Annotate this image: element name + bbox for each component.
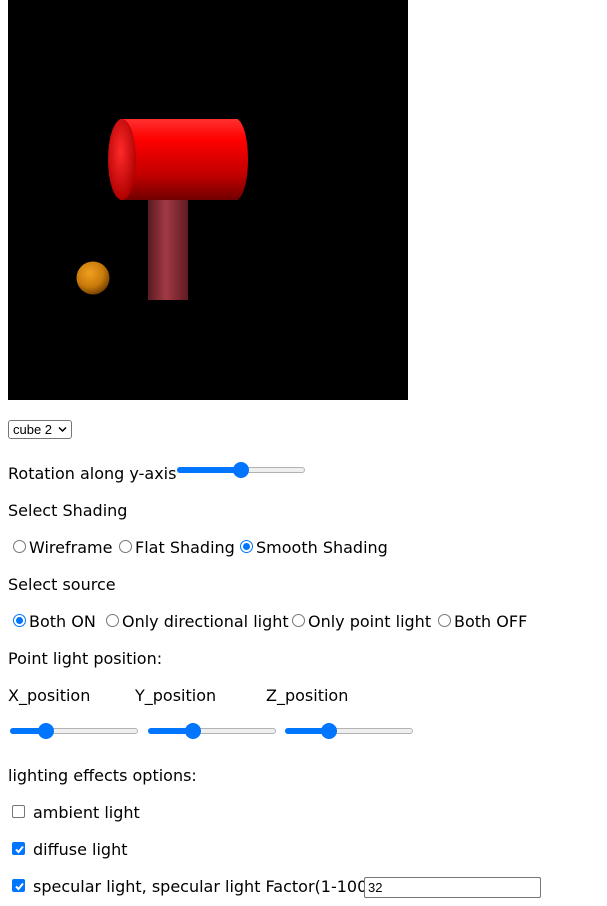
- y-position-slider[interactable]: [148, 723, 276, 739]
- radio-both-off[interactable]: [438, 614, 451, 627]
- x-position-slider[interactable]: [10, 723, 138, 739]
- shading-title: Select Shading: [8, 501, 128, 520]
- z-position-label: Z_position: [266, 686, 349, 705]
- scene-svg: [76, 119, 248, 300]
- label-flat-shading: Flat Shading: [135, 538, 235, 557]
- ambient-checkbox[interactable]: [12, 805, 25, 818]
- label-both-on: Both ON: [29, 612, 96, 631]
- render-canvas[interactable]: [8, 0, 408, 400]
- radio-both-on[interactable]: [13, 614, 26, 627]
- label-only-point: Only point light: [308, 612, 432, 631]
- slider-fill: [177, 467, 241, 473]
- radio-smooth-shading[interactable]: [240, 540, 253, 553]
- specular-label: specular light, specular light Factor(1-…: [33, 877, 379, 896]
- object-select[interactable]: cube 2: [8, 420, 72, 439]
- specular-factor-input[interactable]: 32: [364, 877, 541, 898]
- diffuse-label: diffuse light: [33, 840, 128, 859]
- ambient-label: ambient light: [33, 803, 140, 822]
- sphere: [76, 261, 110, 295]
- vertical-cylinder: [148, 196, 188, 300]
- label-wireframe: Wireframe: [29, 538, 113, 557]
- radio-flat-shading[interactable]: [119, 540, 132, 553]
- page: cube 2 Rotation along y-axis Select Shad…: [0, 0, 607, 906]
- label-only-directional: Only directional light: [122, 612, 289, 631]
- label-both-off: Both OFF: [454, 612, 528, 631]
- slider-thumb[interactable]: [233, 462, 249, 478]
- label-smooth-shading: Smooth Shading: [256, 538, 388, 557]
- radio-only-point[interactable]: [292, 614, 305, 627]
- slider-thumb[interactable]: [184, 723, 201, 739]
- x-position-label: X_position: [8, 686, 91, 705]
- lighting-title: lighting effects options:: [8, 766, 197, 785]
- object-select-value: cube 2: [13, 422, 53, 437]
- slider-thumb[interactable]: [38, 723, 54, 739]
- y-position-label: Y_position: [135, 686, 217, 705]
- point-light-title: Point light position:: [8, 649, 163, 668]
- checkmark-icon: [15, 882, 24, 891]
- diffuse-checkbox[interactable]: [12, 842, 25, 855]
- horizontal-cylinder-cap: [108, 119, 136, 200]
- rotation-slider[interactable]: [177, 462, 305, 478]
- horizontal-cylinder-end: [224, 119, 248, 200]
- z-position-slider[interactable]: [285, 723, 413, 739]
- specular-checkbox[interactable]: [12, 879, 25, 892]
- rotation-label: Rotation along y-axis: [8, 464, 177, 483]
- source-title: Select source: [8, 575, 116, 594]
- slider-thumb[interactable]: [320, 723, 337, 739]
- checkmark-icon: [15, 845, 24, 854]
- radio-wireframe[interactable]: [13, 540, 26, 553]
- horizontal-cylinder: [120, 119, 238, 200]
- radio-only-directional[interactable]: [106, 614, 119, 627]
- chevron-down-icon: [58, 426, 67, 433]
